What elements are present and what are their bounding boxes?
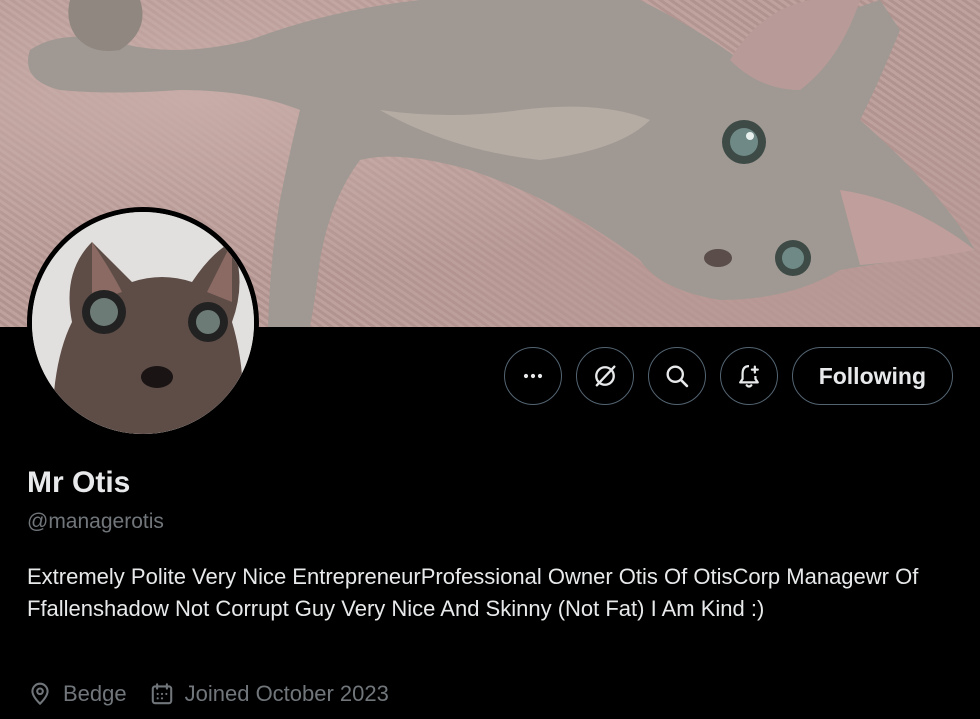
avatar-cat-image xyxy=(32,212,254,434)
profile-bio: Extremely Polite Very Nice EntrepreneurP… xyxy=(27,564,919,621)
following-button[interactable]: Following xyxy=(791,347,953,405)
location-text: Bedge xyxy=(63,681,127,706)
location-pin-icon xyxy=(31,682,49,705)
location-item: Bedge xyxy=(27,681,127,707)
profile-avatar[interactable] xyxy=(27,207,259,439)
search-icon xyxy=(666,365,688,388)
more-horizontal-icon xyxy=(523,373,542,379)
notify-button[interactable] xyxy=(719,347,778,405)
display-name: Mr Otis xyxy=(27,466,131,499)
joined-item: Joined October 2023 xyxy=(149,681,389,707)
bell-plus-icon xyxy=(738,364,759,388)
search-button[interactable] xyxy=(647,347,706,405)
profile-handle: @managerotis xyxy=(27,510,164,533)
grok-icon xyxy=(594,365,616,387)
more-button[interactable] xyxy=(503,347,562,405)
joined-text: Joined October 2023 xyxy=(184,681,389,706)
profile-actions: Following xyxy=(503,347,953,405)
profile-meta: Bedge Joined October 2023 xyxy=(27,681,389,707)
grok-button[interactable] xyxy=(575,347,634,405)
calendar-icon xyxy=(151,683,172,705)
